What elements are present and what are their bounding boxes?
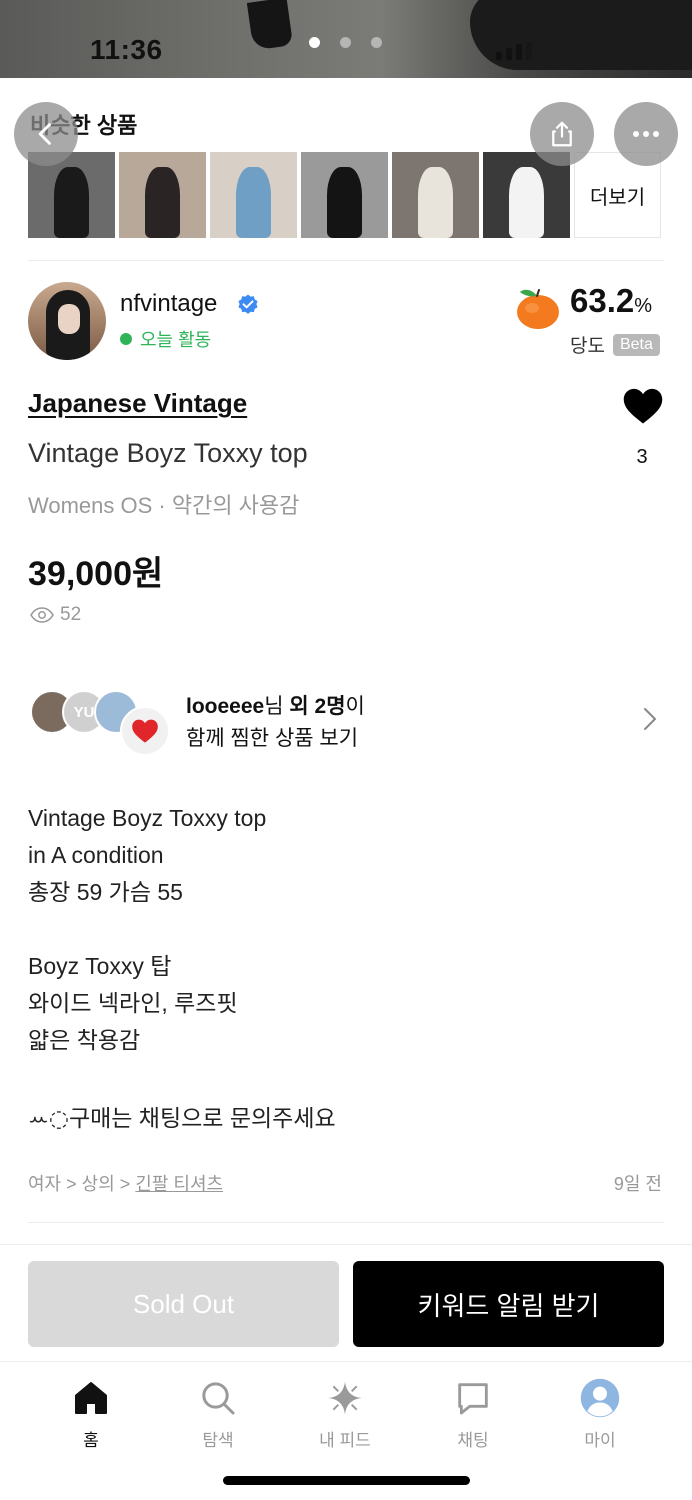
- co-liked-text[interactable]: looeeee님 외 2명이: [186, 690, 365, 720]
- divider: [28, 1222, 664, 1223]
- sweetness-label: 당도: [570, 336, 605, 357]
- signal-icon: [496, 42, 532, 60]
- view-count-row: 52: [30, 604, 81, 626]
- tab-home[interactable]: 홈: [36, 1376, 146, 1451]
- red-heart-icon: [120, 706, 170, 756]
- chevron-left-icon: [38, 123, 51, 145]
- product-meta: Womens OS · 약간의 사용감: [28, 493, 300, 518]
- description-line: [28, 1059, 336, 1096]
- description-line: 와이드 넥라인, 루즈핏: [28, 990, 238, 1016]
- status-time: 11:36: [90, 34, 163, 65]
- posted-time: 9일 전: [613, 1174, 662, 1194]
- co-liked-suffix2: 이: [345, 695, 365, 718]
- description-line: ꕀ◌구매는 채팅으로 문의주세요: [28, 1100, 336, 1137]
- description-line: Vintage Boyz Toxxy top: [28, 805, 267, 831]
- tab-chat[interactable]: 채팅: [418, 1376, 528, 1451]
- view-count: 52: [60, 604, 82, 625]
- sold-out-button[interactable]: Sold Out: [28, 1261, 339, 1347]
- home-icon: [71, 1376, 111, 1420]
- co-liked-avatars[interactable]: YU: [30, 690, 170, 756]
- tab-explore[interactable]: 탐색: [163, 1376, 273, 1451]
- sweetness-label-row: 당도 Beta: [570, 331, 660, 358]
- eye-icon: [30, 607, 54, 623]
- breadcrumb-item[interactable]: 여자: [28, 1174, 61, 1194]
- co-liked-suffix: 님: [264, 695, 290, 718]
- swirl-ornament: ꕀ◌: [28, 1106, 69, 1132]
- verified-badge-icon: [238, 294, 258, 314]
- profile-icon: [579, 1376, 621, 1420]
- sweetness-score-unit: %: [634, 295, 653, 317]
- keyword-alert-button[interactable]: 키워드 알림 받기: [353, 1261, 664, 1347]
- more-options-button[interactable]: [614, 102, 678, 166]
- seller-name[interactable]: nfvintage: [120, 290, 217, 318]
- online-dot-icon: [120, 333, 132, 345]
- brand-link[interactable]: Japanese Vintage: [28, 388, 247, 419]
- breadcrumb-separator: >: [114, 1174, 136, 1194]
- product-title: Vintage Boyz Toxxy top: [28, 438, 308, 468]
- divider: [28, 260, 664, 261]
- tab-label: 내 피드: [319, 1431, 371, 1450]
- similar-item-thumb[interactable]: [392, 152, 479, 238]
- breadcrumb-separator: >: [61, 1174, 82, 1194]
- description-line-text: 구매는 채팅으로 문의주세요: [68, 1105, 336, 1131]
- seller-avatar[interactable]: [28, 282, 106, 360]
- description-line: 얇은 착용감: [28, 1027, 141, 1053]
- sweetness-score: 63.2%: [570, 282, 652, 320]
- tab-my-feed[interactable]: 내 피드: [290, 1376, 400, 1451]
- like-count: 3: [636, 446, 648, 468]
- co-liked-count: 외 2명: [289, 695, 346, 718]
- similar-item-thumb[interactable]: [210, 152, 297, 238]
- home-indicator: [223, 1476, 470, 1485]
- seller-activity-status: 오늘 활동: [120, 326, 211, 352]
- share-icon: [552, 121, 572, 147]
- description-line: 총장 59 가슴 55: [28, 879, 183, 905]
- peach-icon: [517, 289, 559, 329]
- tab-label: 마이: [584, 1431, 616, 1450]
- similar-item-thumb[interactable]: [119, 152, 206, 238]
- search-icon: [198, 1376, 238, 1420]
- similar-item-thumb[interactable]: [301, 152, 388, 238]
- sparkle-icon: [325, 1376, 365, 1420]
- co-liked-user: looeeee: [186, 695, 265, 718]
- carousel-dot: [340, 37, 351, 48]
- chat-icon: [453, 1376, 493, 1420]
- carousel-dot: [371, 37, 382, 48]
- seller-activity-label: 오늘 활동: [140, 330, 212, 350]
- product-description: Vintage Boyz Toxxy top in A condition 총장…: [28, 800, 336, 1137]
- action-bar: Sold Out 키워드 알림 받기: [0, 1244, 692, 1361]
- description-line: in A condition: [28, 842, 164, 868]
- category-breadcrumb: 여자 > 상의 > 긴팔 티셔츠: [28, 1170, 223, 1196]
- ellipsis-icon: [633, 131, 659, 137]
- tab-label: 탐색: [202, 1431, 234, 1450]
- sweetness-score-value: 63.2: [570, 282, 635, 319]
- carousel-dots: [309, 37, 382, 48]
- description-line: [28, 911, 336, 948]
- chevron-right-icon[interactable]: [642, 706, 658, 732]
- tab-label: 홈: [83, 1431, 99, 1450]
- product-image-shape: [246, 0, 294, 51]
- description-line: Boyz Toxxy 탑: [28, 953, 172, 979]
- back-button[interactable]: [14, 102, 78, 166]
- breadcrumb-item[interactable]: 상의: [82, 1174, 115, 1194]
- tab-label: 채팅: [457, 1431, 489, 1450]
- product-image-carousel[interactable]: 11:36: [0, 0, 692, 78]
- like-heart-icon[interactable]: [622, 386, 664, 426]
- product-price: 39,000원: [28, 555, 164, 593]
- carousel-dot-active: [309, 37, 320, 48]
- breadcrumb-item-leaf[interactable]: 긴팔 티셔츠: [135, 1174, 223, 1194]
- tab-my[interactable]: 마이: [545, 1376, 655, 1451]
- share-button[interactable]: [530, 102, 594, 166]
- beta-badge: Beta: [612, 333, 660, 356]
- co-liked-link[interactable]: 함께 찜한 상품 보기: [186, 722, 358, 752]
